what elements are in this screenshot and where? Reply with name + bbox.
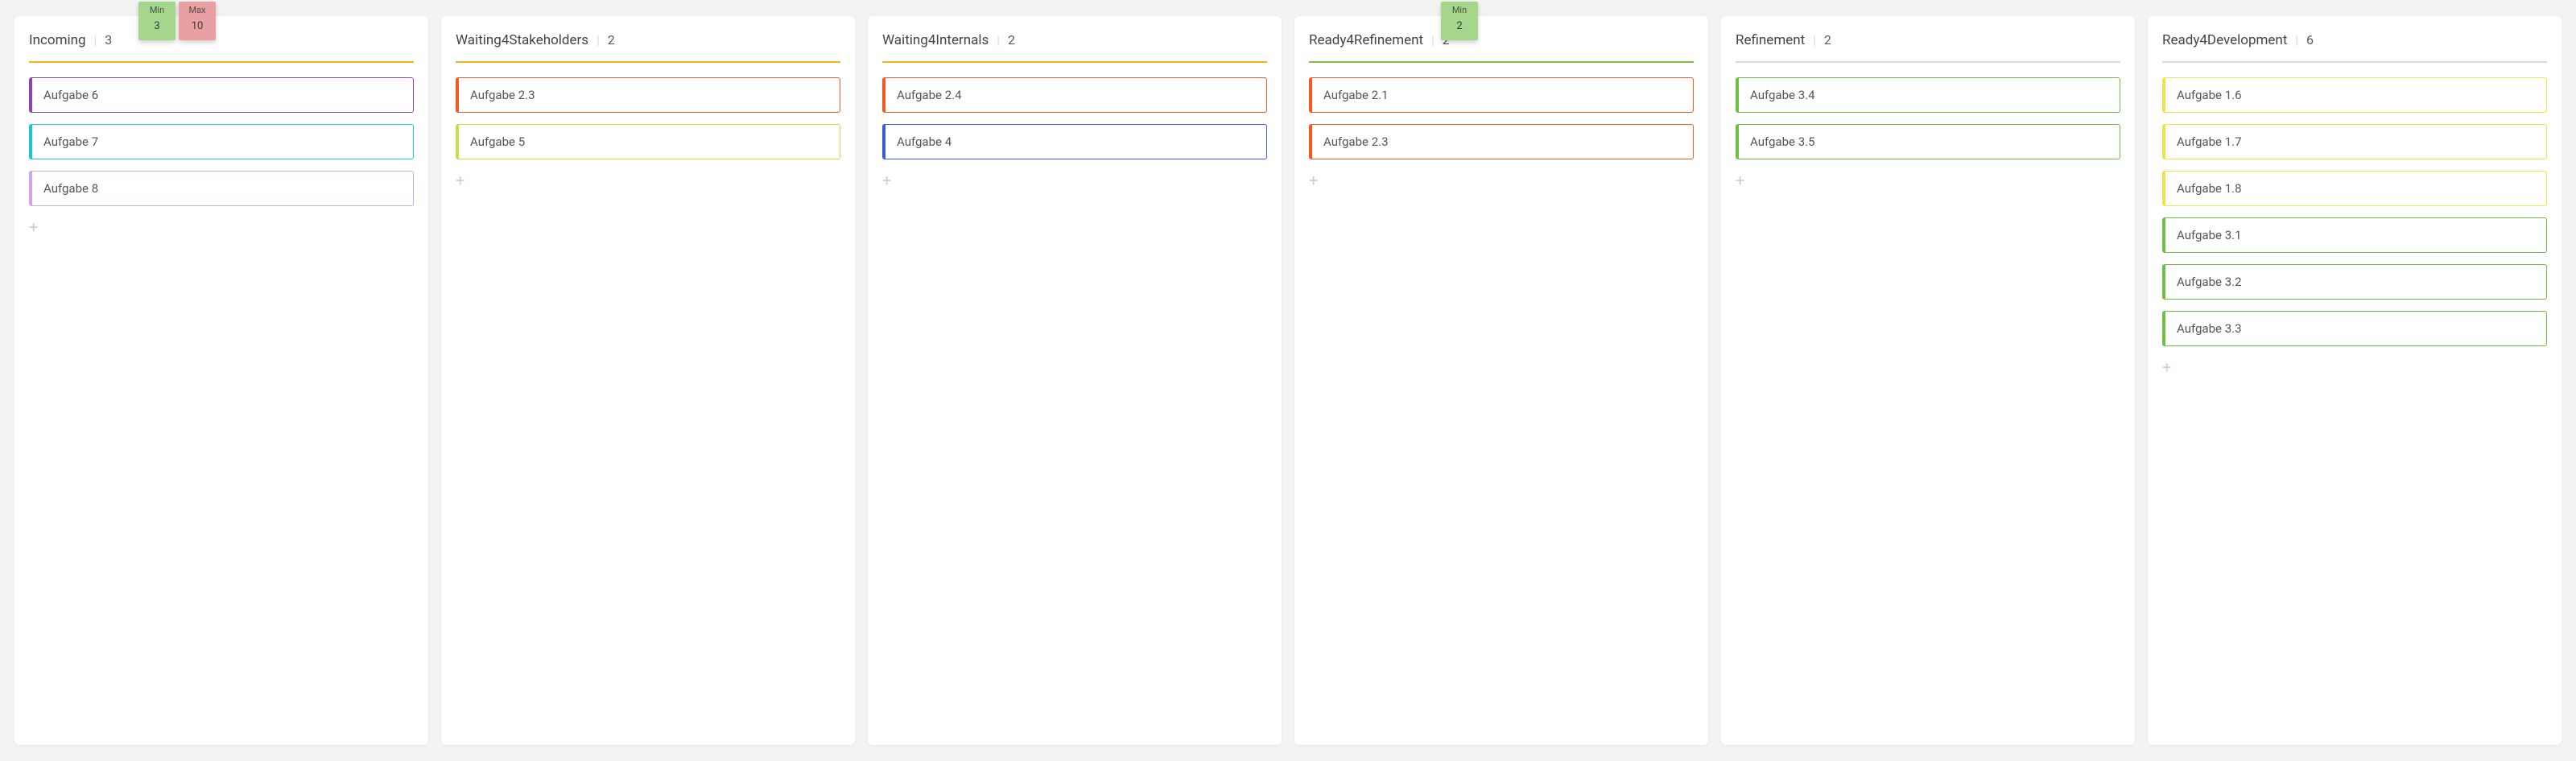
wip-max-sticky[interactable]: Max 10 — [179, 2, 216, 40]
card-title: Aufgabe 3.3 — [2177, 321, 2242, 336]
card-title: Aufgabe 1.6 — [2177, 88, 2242, 102]
add-card-button[interactable]: + — [1309, 171, 1325, 190]
column: Ready4Development|6Aufgabe 1.6Aufgabe 1.… — [2148, 16, 2562, 745]
card-title: Aufgabe 3.1 — [2177, 228, 2242, 242]
card[interactable]: Aufgabe 5 — [456, 124, 840, 159]
card-title: Aufgabe 3.5 — [1750, 134, 1815, 149]
add-card-button[interactable]: + — [882, 171, 898, 190]
wip-min-value: 3 — [138, 20, 175, 32]
card-title: Aufgabe 5 — [470, 134, 525, 149]
card-title: Aufgabe 2.3 — [470, 88, 535, 102]
column-header[interactable]: Incoming | 3 — [29, 32, 414, 48]
wip-max-label: Max — [179, 5, 216, 15]
column-count: 2 — [1824, 32, 1831, 48]
column-count: 2 — [1008, 32, 1015, 48]
column-title: Waiting4Internals — [882, 32, 989, 48]
column-count-separator: | — [2295, 33, 2298, 48]
column-header[interactable]: Waiting4Internals | 2 — [882, 32, 1267, 48]
card[interactable]: Aufgabe 3.3 — [2162, 311, 2547, 346]
card[interactable]: Aufgabe 1.6 — [2162, 77, 2547, 113]
card-list: Aufgabe 2.4 Aufgabe 4 — [882, 77, 1267, 159]
card[interactable]: Aufgabe 3.2 — [2162, 264, 2547, 300]
column-header[interactable]: Refinement | 2 — [1736, 32, 2120, 48]
card-list: Aufgabe 6 Aufgabe 7 Aufgabe 8 — [29, 77, 414, 206]
card[interactable]: Aufgabe 3.4 — [1736, 77, 2120, 113]
card[interactable]: Aufgabe 3.1 — [2162, 217, 2547, 253]
column: Waiting4Internals | 2 Aufgabe 2.4 Aufgabe 4 + — [868, 16, 1282, 745]
card-title: Aufgabe 1.7 — [2177, 134, 2242, 149]
card-title: Aufgabe 2.4 — [897, 88, 962, 102]
column-divider — [29, 61, 414, 63]
card-title: Aufgabe 3.2 — [2177, 275, 2242, 289]
card-list: Aufgabe 2.1 Aufgabe 2.3 — [1309, 77, 1694, 159]
card[interactable]: Aufgabe 2.4 — [882, 77, 1267, 113]
column-divider — [1309, 61, 1694, 63]
card[interactable]: Aufgabe 8 — [29, 171, 414, 206]
column-title: Refinement — [1736, 32, 1805, 48]
card[interactable]: Aufgabe 3.5 — [1736, 124, 2120, 159]
wip-min-value: 2 — [1441, 20, 1478, 32]
column-count: 2 — [608, 32, 615, 48]
column-title: Ready4Development — [2162, 32, 2287, 48]
column-title: Waiting4Stakeholders — [456, 32, 588, 48]
card-title: Aufgabe 6 — [43, 88, 98, 102]
card[interactable]: Aufgabe 2.1 — [1309, 77, 1694, 113]
card-title: Aufgabe 2.1 — [1323, 88, 1389, 102]
card[interactable]: Aufgabe 1.8 — [2162, 171, 2547, 206]
card-title: Aufgabe 7 — [43, 134, 98, 149]
column-divider — [456, 61, 840, 63]
card[interactable]: Aufgabe 2.3 — [1309, 124, 1694, 159]
card[interactable]: Aufgabe 4 — [882, 124, 1267, 159]
add-card-button[interactable]: + — [2162, 358, 2178, 377]
column-count-separator: | — [94, 33, 97, 48]
card-title: Aufgabe 4 — [897, 134, 952, 149]
column-count-separator: | — [1431, 33, 1435, 48]
card[interactable]: Aufgabe 7 — [29, 124, 414, 159]
wip-min-sticky[interactable]: Min 2 — [1441, 2, 1478, 40]
add-card-button[interactable]: + — [29, 217, 45, 237]
add-card-button[interactable]: + — [1736, 171, 1752, 190]
column: Refinement | 2 Aufgabe 3.4 Aufgabe 3.5 + — [1721, 16, 2135, 745]
column-count-separator: | — [597, 33, 600, 48]
card-list: Aufgabe 2.3 Aufgabe 5 — [456, 77, 840, 159]
card-title: Aufgabe 8 — [43, 181, 98, 196]
column-count-separator: | — [997, 33, 1000, 48]
wip-sticky-group: Min 3 Max 10 — [138, 2, 216, 40]
wip-min-label: Min — [138, 5, 175, 15]
column: Min3Max10Incoming|3Aufgabe 6Aufgabe 7Auf… — [14, 16, 428, 745]
column-title: Ready4Refinement — [1309, 32, 1423, 48]
card-title: Aufgabe 2.3 — [1323, 134, 1389, 149]
column-header[interactable]: Waiting4Stakeholders | 2 — [456, 32, 840, 48]
column-header[interactable]: Ready4Development | 6 — [2162, 32, 2547, 48]
wip-min-label: Min — [1441, 5, 1478, 15]
column-title: Incoming — [29, 32, 86, 48]
column-count: 6 — [2306, 32, 2314, 48]
card[interactable]: Aufgabe 6 — [29, 77, 414, 113]
column-divider — [2162, 61, 2547, 63]
column: Waiting4Stakeholders|2Aufgabe 2.3Aufgabe… — [441, 16, 855, 745]
column-count: 3 — [105, 32, 112, 48]
card-list: Aufgabe 3.4 Aufgabe 3.5 — [1736, 77, 2120, 159]
column-divider — [1736, 61, 2120, 63]
column-divider — [882, 61, 1267, 63]
card-title: Aufgabe 3.4 — [1750, 88, 1815, 102]
column: Min2Ready4Refinement|2Aufgabe 2.1Aufgabe… — [1294, 16, 1708, 745]
wip-min-sticky[interactable]: Min 3 — [138, 2, 175, 40]
column-header[interactable]: Ready4Refinement|2 — [1309, 32, 1694, 48]
card[interactable]: Aufgabe 2.3 — [456, 77, 840, 113]
card-title: Aufgabe 1.8 — [2177, 181, 2242, 196]
wip-sticky-group: Min 2 — [1441, 2, 1478, 40]
column-count-separator: | — [1813, 33, 1816, 48]
wip-max-value: 10 — [179, 20, 216, 32]
kanban-board: Min3Max10Incoming|3Aufgabe 6Aufgabe 7Auf… — [14, 16, 2562, 745]
add-card-button[interactable]: + — [456, 171, 472, 190]
card[interactable]: Aufgabe 1.7 — [2162, 124, 2547, 159]
card-list: Aufgabe 1.6 Aufgabe 1.7 Aufgabe 1.8 Aufgabe… — [2162, 77, 2547, 346]
